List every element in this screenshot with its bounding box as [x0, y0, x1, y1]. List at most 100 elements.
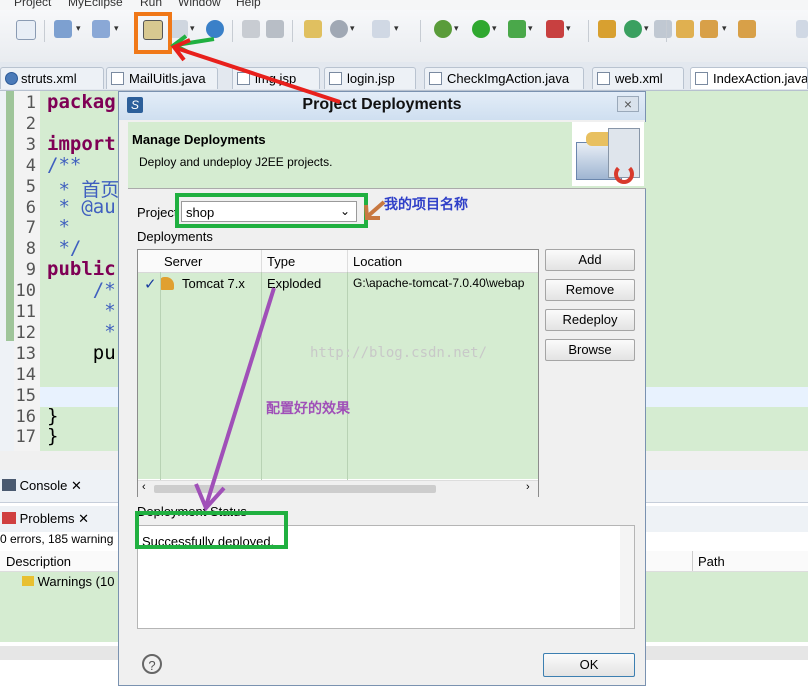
- project-label: Project: [137, 205, 178, 220]
- perspective-icon[interactable]: [796, 20, 808, 38]
- line-number: 11: [15, 302, 36, 322]
- scrollbar-thumb[interactable]: [154, 485, 436, 493]
- close-icon[interactable]: ✕: [78, 511, 89, 526]
- folder-icon[interactable]: [676, 20, 694, 38]
- xml-file-icon: [597, 72, 610, 85]
- console-icon: [2, 479, 16, 491]
- close-button[interactable]: ×: [617, 96, 639, 112]
- refresh-icon[interactable]: [266, 20, 284, 38]
- java-file-icon: [111, 72, 124, 85]
- deploy-icon[interactable]: [143, 20, 163, 40]
- run-icon[interactable]: [472, 20, 490, 38]
- warning-icon: [22, 576, 34, 586]
- report-icon[interactable]: [304, 20, 322, 38]
- chevron-down-icon: ⌄: [340, 204, 351, 218]
- external-tools-icon[interactable]: [546, 20, 564, 38]
- line-number: 7: [25, 218, 36, 239]
- change-ruler: [6, 91, 14, 341]
- menu-myeclipse[interactable]: MyEclipse: [68, 0, 123, 9]
- watermark: http://blog.csdn.net/: [310, 345, 488, 361]
- table-horizontal-scrollbar[interactable]: ‹ ›: [138, 480, 538, 497]
- code-line: * @au: [47, 195, 116, 218]
- pencil-icon[interactable]: [700, 20, 718, 38]
- column-path[interactable]: Path: [698, 554, 725, 569]
- line-number: 2: [25, 113, 36, 134]
- line-number: 4: [25, 155, 36, 176]
- project-select[interactable]: shop ⌄: [181, 201, 357, 222]
- deployment-status-box: Successfully deployed.: [137, 525, 635, 629]
- dialog-banner: Manage Deployments Deploy and undeploy J…: [128, 122, 646, 189]
- remove-button[interactable]: Remove: [545, 279, 635, 301]
- package-icon[interactable]: [598, 20, 616, 38]
- redeploy-button[interactable]: Redeploy: [545, 309, 635, 331]
- help-icon[interactable]: ?: [142, 654, 162, 674]
- cycle-icon[interactable]: [624, 20, 642, 38]
- column-server[interactable]: Server: [164, 254, 202, 269]
- project-deployments-dialog: S Project Deployments × Manage Deploymen…: [118, 91, 646, 686]
- code-line: import: [47, 132, 116, 155]
- menu-window[interactable]: Window: [178, 0, 221, 9]
- code-line: }: [47, 404, 59, 427]
- banner-subtitle: Deploy and undeploy J2EE projects.: [139, 155, 333, 169]
- menu-project[interactable]: Project: [14, 0, 51, 9]
- line-numbers: 1 2 3 4 5 6 7 8 9 10 11 12 13 14 15 16 17: [14, 91, 40, 451]
- line-number: 1: [25, 93, 36, 113]
- problems-tab[interactable]: Problems ✕: [2, 511, 89, 527]
- line-number: 17: [15, 427, 36, 448]
- tab-img-jsp[interactable]: img.jsp: [232, 67, 320, 89]
- line-number: 10: [15, 281, 36, 302]
- row-location: G:\apache-tomcat-7.0.40\webap: [353, 276, 525, 290]
- web-icon[interactable]: [330, 20, 348, 38]
- column-description[interactable]: Description: [6, 554, 71, 569]
- tab-struts-xml[interactable]: struts.xml: [0, 67, 104, 89]
- run-config-icon[interactable]: [508, 20, 526, 38]
- tab-indexaction-java[interactable]: IndexAction.java: [690, 67, 808, 89]
- toolbar: ▾ ▾ ▾ ▾ ▾ ▾ ▾ ▾ ▾ ▾ ▾: [0, 10, 808, 63]
- java-file-icon: [429, 72, 442, 85]
- server-icon[interactable]: [170, 20, 188, 38]
- gear-icon: [5, 72, 18, 85]
- line-number: 16: [15, 406, 36, 427]
- status-vertical-scrollbar[interactable]: [620, 526, 634, 628]
- scroll-right-icon[interactable]: ›: [526, 481, 530, 493]
- tab-mailuitls-java[interactable]: MailUitls.java: [106, 67, 218, 89]
- code-line: /**: [47, 153, 82, 176]
- window-icon[interactable]: [372, 20, 390, 38]
- code-line: }: [47, 425, 59, 448]
- line-number: 14: [15, 364, 36, 385]
- jsp-file-icon: [329, 72, 342, 85]
- column-type[interactable]: Type: [267, 254, 295, 269]
- deployment-row[interactable]: ✓ Tomcat 7.x Exploded G:\apache-tomcat-7…: [138, 273, 538, 295]
- tab-web-xml[interactable]: web.xml: [592, 67, 684, 89]
- editor-tab-bar: struts.xml MailUitls.java img.jsp login.…: [0, 62, 808, 91]
- menu-run[interactable]: Run: [140, 0, 162, 9]
- calendar-icon[interactable]: [16, 20, 36, 40]
- warnings-row[interactable]: Warnings (10: [22, 574, 114, 589]
- globe-icon[interactable]: [206, 20, 224, 38]
- menu-bar: Project MyEclipse Run Window Help: [0, 0, 808, 10]
- add-button[interactable]: Add: [545, 249, 635, 271]
- open-icon[interactable]: [242, 20, 260, 38]
- open-folder-icon[interactable]: [738, 20, 756, 38]
- code-line: pu: [47, 341, 116, 364]
- menu-help[interactable]: Help: [236, 0, 261, 9]
- close-icon[interactable]: ✕: [71, 478, 82, 493]
- code-line: *: [47, 216, 70, 239]
- code-line: packag: [47, 91, 116, 113]
- browse-button[interactable]: Browse: [545, 339, 635, 361]
- ok-button[interactable]: OK: [543, 653, 635, 677]
- new-wizard-icon[interactable]: [54, 20, 72, 38]
- new-server-icon[interactable]: [92, 20, 110, 38]
- scroll-left-icon[interactable]: ‹: [142, 481, 146, 493]
- line-number: 6: [25, 197, 36, 218]
- column-location[interactable]: Location: [353, 254, 402, 269]
- search-icon[interactable]: [654, 20, 672, 38]
- code-line: public: [47, 258, 116, 281]
- console-tab[interactable]: Console ✕: [2, 478, 82, 494]
- line-number: 5: [25, 176, 36, 197]
- dialog-title-bar: S Project Deployments ×: [119, 92, 645, 120]
- deployment-status-label: Deployment Status: [137, 504, 247, 519]
- debug-icon[interactable]: [434, 20, 452, 38]
- tab-login-jsp[interactable]: login.jsp: [324, 67, 416, 89]
- tab-checkimgaction-java[interactable]: CheckImgAction.java: [424, 67, 584, 89]
